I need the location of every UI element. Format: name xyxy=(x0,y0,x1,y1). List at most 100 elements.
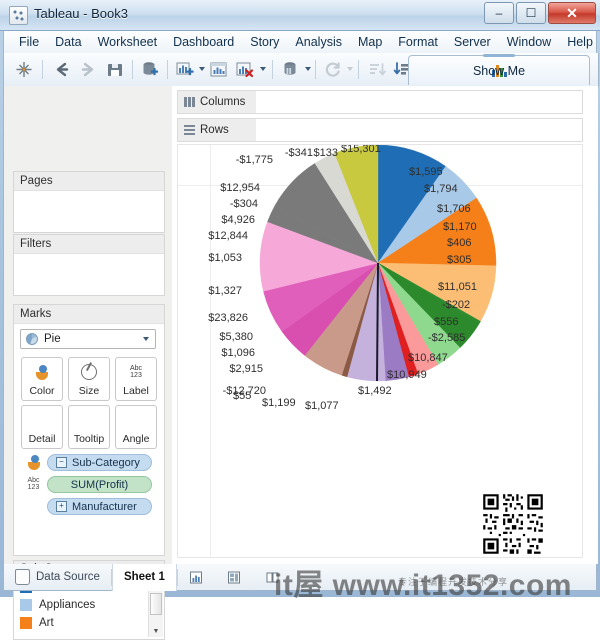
save-button[interactable] xyxy=(103,58,127,81)
sort-ascending-icon xyxy=(370,63,386,76)
pie-slice-label: $5,380 xyxy=(219,331,253,343)
pie-slice-label: $23,826 xyxy=(208,312,248,324)
sheet-1-tab[interactable]: Sheet 1 xyxy=(111,563,177,591)
clear-sheet-caret-icon[interactable] xyxy=(260,67,266,71)
new-data-source-button[interactable] xyxy=(138,58,162,81)
data-source-tab[interactable]: Data Source xyxy=(4,564,111,591)
filters-card[interactable]: Filters xyxy=(13,234,165,296)
legend-item[interactable]: Art xyxy=(14,614,164,632)
maximize-button[interactable]: ☐ xyxy=(516,2,546,24)
clear-sheet-button[interactable] xyxy=(233,58,257,81)
marks-color-button[interactable]: Color xyxy=(21,357,63,401)
pie-slice-label: $11,051 xyxy=(438,281,477,293)
rows-shelf-label: Rows xyxy=(200,124,229,136)
refresh-icon xyxy=(325,62,340,77)
tableau-window: Tableau - Book3 – ☐ ✕ File Data Worksheet D… xyxy=(0,0,600,640)
pie-slice-label: -$304 xyxy=(229,198,258,210)
legend-swatch-icon xyxy=(20,617,32,629)
pie-slice-label: $2,915 xyxy=(229,363,263,375)
window-title: Tableau - Book3 xyxy=(34,6,128,21)
swap-icon xyxy=(284,62,296,75)
pill-sum-profit[interactable]: SUM(Profit) xyxy=(47,476,152,493)
pill-manufacturer-label: Manufacturer xyxy=(72,500,137,513)
forward-button[interactable] xyxy=(76,58,100,81)
menu-item-map[interactable]: Map xyxy=(350,33,390,51)
new-worksheet-caret-icon[interactable] xyxy=(199,67,205,71)
menu-item-worksheet[interactable]: Worksheet xyxy=(90,33,166,51)
marks-label-button[interactable]: Abc 123 Label xyxy=(115,357,157,401)
marks-angle-button[interactable]: Angle xyxy=(115,405,157,449)
new-worksheet-icon xyxy=(176,62,194,76)
menu-item-story[interactable]: Story xyxy=(242,33,287,51)
menu-item-file[interactable]: File xyxy=(11,33,47,51)
columns-shelf[interactable]: Columns xyxy=(177,90,583,114)
pill-label-abc-icon: Abc 123 xyxy=(27,477,40,491)
pie-slice-label: $12,844 xyxy=(208,230,248,242)
show-me-label: Show Me xyxy=(472,63,526,78)
new-worksheet-tab-button[interactable] xyxy=(178,564,216,591)
pill-expander-minus-icon[interactable]: − xyxy=(56,457,67,468)
marks-tooltip-button[interactable]: Tooltip xyxy=(68,405,110,449)
marks-size-button[interactable]: Size xyxy=(68,357,110,401)
marks-detail-button[interactable]: Detail xyxy=(21,405,63,449)
show-me-button[interactable]: Show Me xyxy=(408,54,590,85)
close-button[interactable]: ✕ xyxy=(548,2,596,24)
pie-slice-label: $1,053 xyxy=(208,252,242,264)
left-pane: Pages Filters Marks Pie Color Size Abc 1… xyxy=(4,86,172,640)
arrow-right-icon xyxy=(81,62,94,77)
pill-sub-category[interactable]: − Sub-Category xyxy=(47,454,152,471)
columns-shelf-label: Columns xyxy=(200,96,246,108)
pie-slice-label: $10,949 xyxy=(387,369,427,381)
minimize-button[interactable]: – xyxy=(484,2,514,24)
data-source-icon xyxy=(15,569,30,585)
abc-123-icon: Abc 123 xyxy=(129,364,143,380)
new-dashboard-tab-button[interactable] xyxy=(216,564,254,591)
swap-caret-icon[interactable] xyxy=(305,67,311,71)
pie-slice-label: -$1,775 xyxy=(235,154,273,166)
mark-type-dropdown[interactable]: Pie xyxy=(20,329,156,349)
refresh-caret-icon[interactable] xyxy=(347,67,353,71)
columns-icon xyxy=(184,97,195,107)
tableau-logo-button[interactable] xyxy=(12,58,36,81)
rows-shelf[interactable]: Rows xyxy=(177,118,583,142)
menu-item-server[interactable]: Server xyxy=(446,33,499,51)
legend-item-label: Appliances xyxy=(39,599,96,611)
pill-manufacturer[interactable]: + Manufacturer xyxy=(47,498,152,515)
menu-item-data[interactable]: Data xyxy=(47,33,89,51)
back-button[interactable] xyxy=(50,58,74,81)
legend-item-label: Art xyxy=(39,617,54,629)
legend-item[interactable]: Appliances xyxy=(14,596,164,614)
duplicate-sheet-button[interactable] xyxy=(207,58,231,81)
clear-sheet-icon xyxy=(236,62,254,78)
pie-slice-label: $1,096 xyxy=(221,347,255,359)
pill-sum-profit-label: SUM(Profit) xyxy=(70,478,129,491)
marks-label-label: Label xyxy=(123,385,149,397)
menu-item-format[interactable]: Format xyxy=(390,33,446,51)
refresh-button[interactable] xyxy=(321,58,345,81)
scrollbar-thumb[interactable] xyxy=(150,593,162,615)
menu-item-dashboard[interactable]: Dashboard xyxy=(165,33,242,51)
pages-card[interactable]: Pages xyxy=(13,171,165,233)
pie-slice-label: $12,954 xyxy=(220,182,260,194)
scroll-down-icon[interactable]: ▼ xyxy=(149,625,163,637)
sort-ascending-button[interactable] xyxy=(365,58,389,81)
pie-slice-label: $4,926 xyxy=(221,214,255,226)
pie-slice-label: $133 xyxy=(313,147,338,159)
minimize-icon: – xyxy=(495,6,503,20)
menu-item-window[interactable]: Window xyxy=(499,33,559,51)
pill-expander-plus-icon[interactable]: + xyxy=(56,501,67,512)
pie-slice-label: $1,706 xyxy=(437,203,471,215)
marks-tooltip-label: Tooltip xyxy=(73,433,105,445)
menu-item-analysis[interactable]: Analysis xyxy=(287,33,350,51)
swap-rows-columns-button[interactable] xyxy=(279,58,303,81)
pie-slice-label: $15,301 xyxy=(341,144,381,155)
sheet-1-label: Sheet 1 xyxy=(123,571,165,583)
filters-title: Filters xyxy=(14,235,164,254)
new-worksheet-icon xyxy=(189,571,202,583)
pill-sub-category-label: Sub-Category xyxy=(72,456,140,469)
new-worksheet-button[interactable] xyxy=(173,58,197,81)
tableau-logo-icon xyxy=(16,62,32,77)
menu-item-help[interactable]: Help xyxy=(559,33,600,51)
pie-slice-label: -$341 xyxy=(284,147,313,159)
pie-slice-label: $10,847 xyxy=(408,352,448,364)
